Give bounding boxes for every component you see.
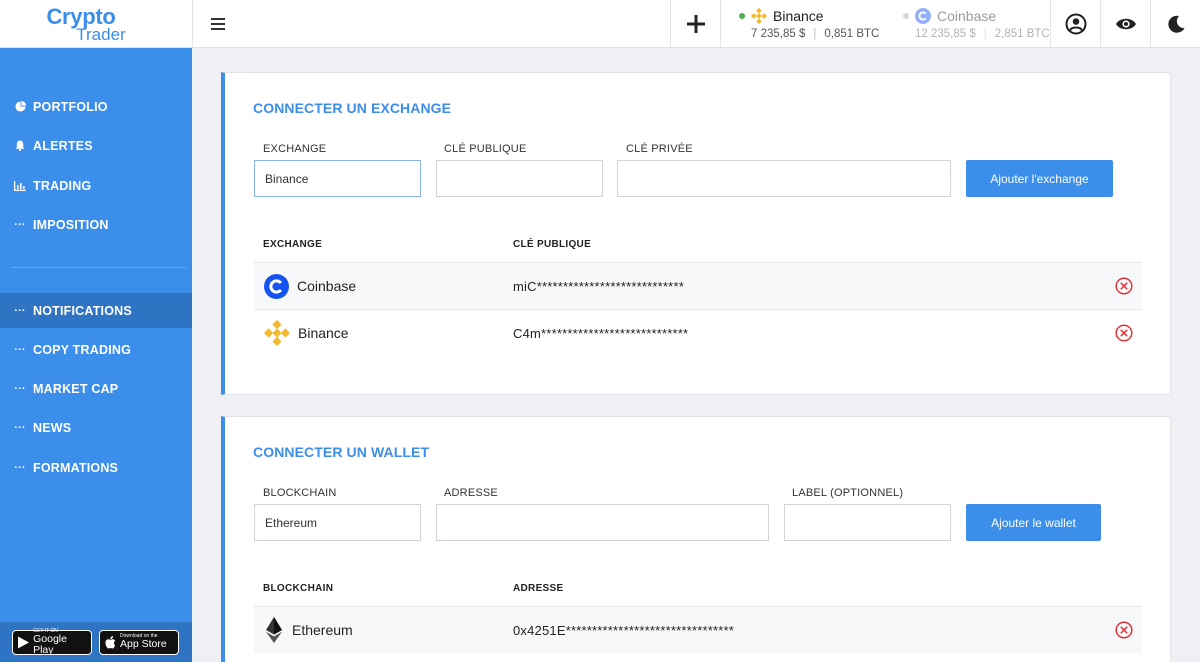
- add-exchange-button[interactable]: Ajouter l'exchange: [966, 160, 1113, 197]
- dots-icon: ···: [14, 461, 26, 474]
- exchange-btc: 0,851 BTC: [824, 28, 880, 40]
- ethereum-logo-icon: [266, 617, 282, 643]
- exchange-name: Coinbase: [937, 8, 997, 24]
- table-row: Binance C4m****************************: [254, 309, 1142, 356]
- app-store-badge[interactable]: Download on the App Store: [99, 629, 179, 655]
- google-big: Google Play: [33, 633, 67, 656]
- bell-icon: [13, 140, 27, 151]
- sidebar-item-formations[interactable]: ··· FORMATIONS: [0, 450, 192, 485]
- sidebar-item-label: PORTFOLIO: [33, 99, 108, 114]
- exchange-label: EXCHANGE: [263, 143, 327, 155]
- address-label: ADRESSE: [444, 487, 498, 499]
- sidebar-item-label: FORMATIONS: [33, 460, 119, 475]
- blockchain-label: BLOCKCHAIN: [263, 487, 337, 499]
- dots-icon: ···: [14, 382, 26, 395]
- sidebar-item-label: ALERTES: [33, 138, 93, 153]
- connect-wallet-panel: CONNECTER UN WALLET BLOCKCHAIN ADRESSE L…: [221, 416, 1171, 662]
- col-header-address: ADRESSE: [513, 583, 564, 594]
- exchange-select[interactable]: Binance: [254, 160, 421, 197]
- table-row: Coinbase miC****************************: [254, 262, 1142, 309]
- binance-logo-icon: [264, 320, 290, 346]
- logo[interactable]: Crypto Trader: [0, 0, 192, 48]
- public-key-input[interactable]: [436, 160, 603, 197]
- col-header-blockchain: BLOCKCHAIN: [263, 583, 334, 594]
- wallet-label-label: LABEL (OPTIONNEL): [792, 487, 904, 499]
- address-value: 0x4251E********************************: [513, 622, 735, 638]
- add-wallet-button[interactable]: Ajouter le wallet: [966, 504, 1101, 541]
- sidebar-item-notifications[interactable]: ··· NOTIFICATIONS: [0, 293, 192, 328]
- google-play-badge[interactable]: GET IT ON Google Play: [12, 629, 92, 656]
- sidebar-item-label: TRADING: [33, 178, 92, 193]
- hamburger-icon: [210, 18, 225, 30]
- sidebar-item-trading[interactable]: TRADING: [0, 168, 192, 203]
- sidebar-item-label: IMPOSITION: [33, 217, 109, 232]
- play-store-icon: [18, 635, 30, 649]
- status-dot: [903, 13, 909, 19]
- col-header-public-key: CLÉ PUBLIQUE: [513, 239, 592, 250]
- binance-logo-icon: [751, 8, 767, 24]
- sidebar-divider: [12, 267, 186, 268]
- blockchain-name: Ethereum: [292, 622, 353, 638]
- logo-line2: Trader: [76, 24, 126, 44]
- dots-icon: ···: [14, 343, 26, 356]
- coinbase-logo-icon: [915, 8, 931, 24]
- moon-icon: [1167, 15, 1184, 33]
- exchange-usd: 7 235,85 $: [751, 28, 806, 40]
- sidebar-item-portfolio[interactable]: PORTFOLIO: [0, 89, 192, 124]
- exchange-name: Binance: [773, 8, 824, 24]
- exchange-name: Coinbase: [297, 278, 357, 294]
- wallet-label-input[interactable]: [784, 504, 951, 541]
- public-key-label: CLÉ PUBLIQUE: [444, 143, 527, 155]
- blockchain-select[interactable]: Ethereum: [254, 504, 421, 541]
- public-key-value: miC****************************: [513, 278, 684, 294]
- sidebar-item-alertes[interactable]: ALERTES: [0, 128, 192, 163]
- exchange-btc: 2,851 BTC: [994, 28, 1050, 40]
- panel-title: CONNECTER UN WALLET: [253, 444, 430, 460]
- connect-exchange-panel: CONNECTER UN EXCHANGE EXCHANGE CLÉ PUBLI…: [221, 72, 1171, 395]
- sidebar-item-label: NEWS: [33, 420, 72, 435]
- public-key-value: C4m****************************: [513, 325, 689, 341]
- sidebar: PORTFOLIO ALERTES TRADING ··· IMPOSITION…: [0, 48, 192, 662]
- sidebar-item-imposition[interactable]: ··· IMPOSITION: [0, 207, 192, 242]
- delete-icon[interactable]: [1115, 277, 1133, 295]
- private-key-input[interactable]: [617, 160, 951, 197]
- sidebar-item-market-cap[interactable]: ··· MARKET CAP: [0, 371, 192, 406]
- table-row: Ethereum 0x4251E************************…: [254, 606, 1142, 653]
- add-button[interactable]: [670, 0, 720, 48]
- panel-title: CONNECTER UN EXCHANGE: [253, 100, 452, 116]
- dots-icon: ···: [14, 421, 26, 434]
- account-button[interactable]: [1050, 0, 1100, 48]
- sidebar-item-news[interactable]: ··· NEWS: [0, 410, 192, 445]
- top-bar: Crypto Trader Binance 7 235,85 $ | 0,851…: [0, 0, 1200, 48]
- store-badges: GET IT ON Google Play Download on the Ap…: [0, 622, 192, 662]
- dark-mode-toggle[interactable]: [1150, 0, 1200, 48]
- delete-icon[interactable]: [1115, 621, 1133, 639]
- exchange-name: Binance: [298, 325, 349, 341]
- status-dot: [739, 13, 745, 19]
- private-key-label: CLÉ PRIVÉE: [626, 143, 693, 155]
- coinbase-logo-icon: [264, 273, 289, 299]
- bar-chart-icon: [13, 180, 27, 191]
- user-circle-icon: [1065, 13, 1086, 35]
- apple-icon: [105, 635, 116, 648]
- eye-icon: [1115, 18, 1136, 30]
- visibility-toggle[interactable]: [1100, 0, 1150, 48]
- delete-icon[interactable]: [1115, 324, 1133, 342]
- menu-button[interactable]: [192, 0, 242, 48]
- sidebar-item-label: COPY TRADING: [33, 342, 132, 357]
- dots-icon: ···: [14, 218, 26, 231]
- dots-icon: ···: [14, 304, 26, 317]
- pie-chart-icon: [13, 101, 27, 112]
- plus-icon: [686, 15, 705, 33]
- address-input[interactable]: [436, 504, 769, 541]
- topbar-exchange-binance[interactable]: Binance 7 235,85 $ | 0,851 BTC: [720, 0, 885, 48]
- exchange-usd: 12 235,85 $: [915, 28, 976, 40]
- sidebar-item-label: MARKET CAP: [33, 381, 119, 396]
- col-header-exchange: EXCHANGE: [263, 239, 323, 250]
- topbar-exchange-coinbase[interactable]: Coinbase 12 235,85 $ | 2,851 BTC: [885, 0, 1050, 48]
- sidebar-item-label: NOTIFICATIONS: [33, 303, 132, 318]
- apple-big: App Store: [120, 638, 167, 651]
- sidebar-item-copy-trading[interactable]: ··· COPY TRADING: [0, 332, 192, 367]
